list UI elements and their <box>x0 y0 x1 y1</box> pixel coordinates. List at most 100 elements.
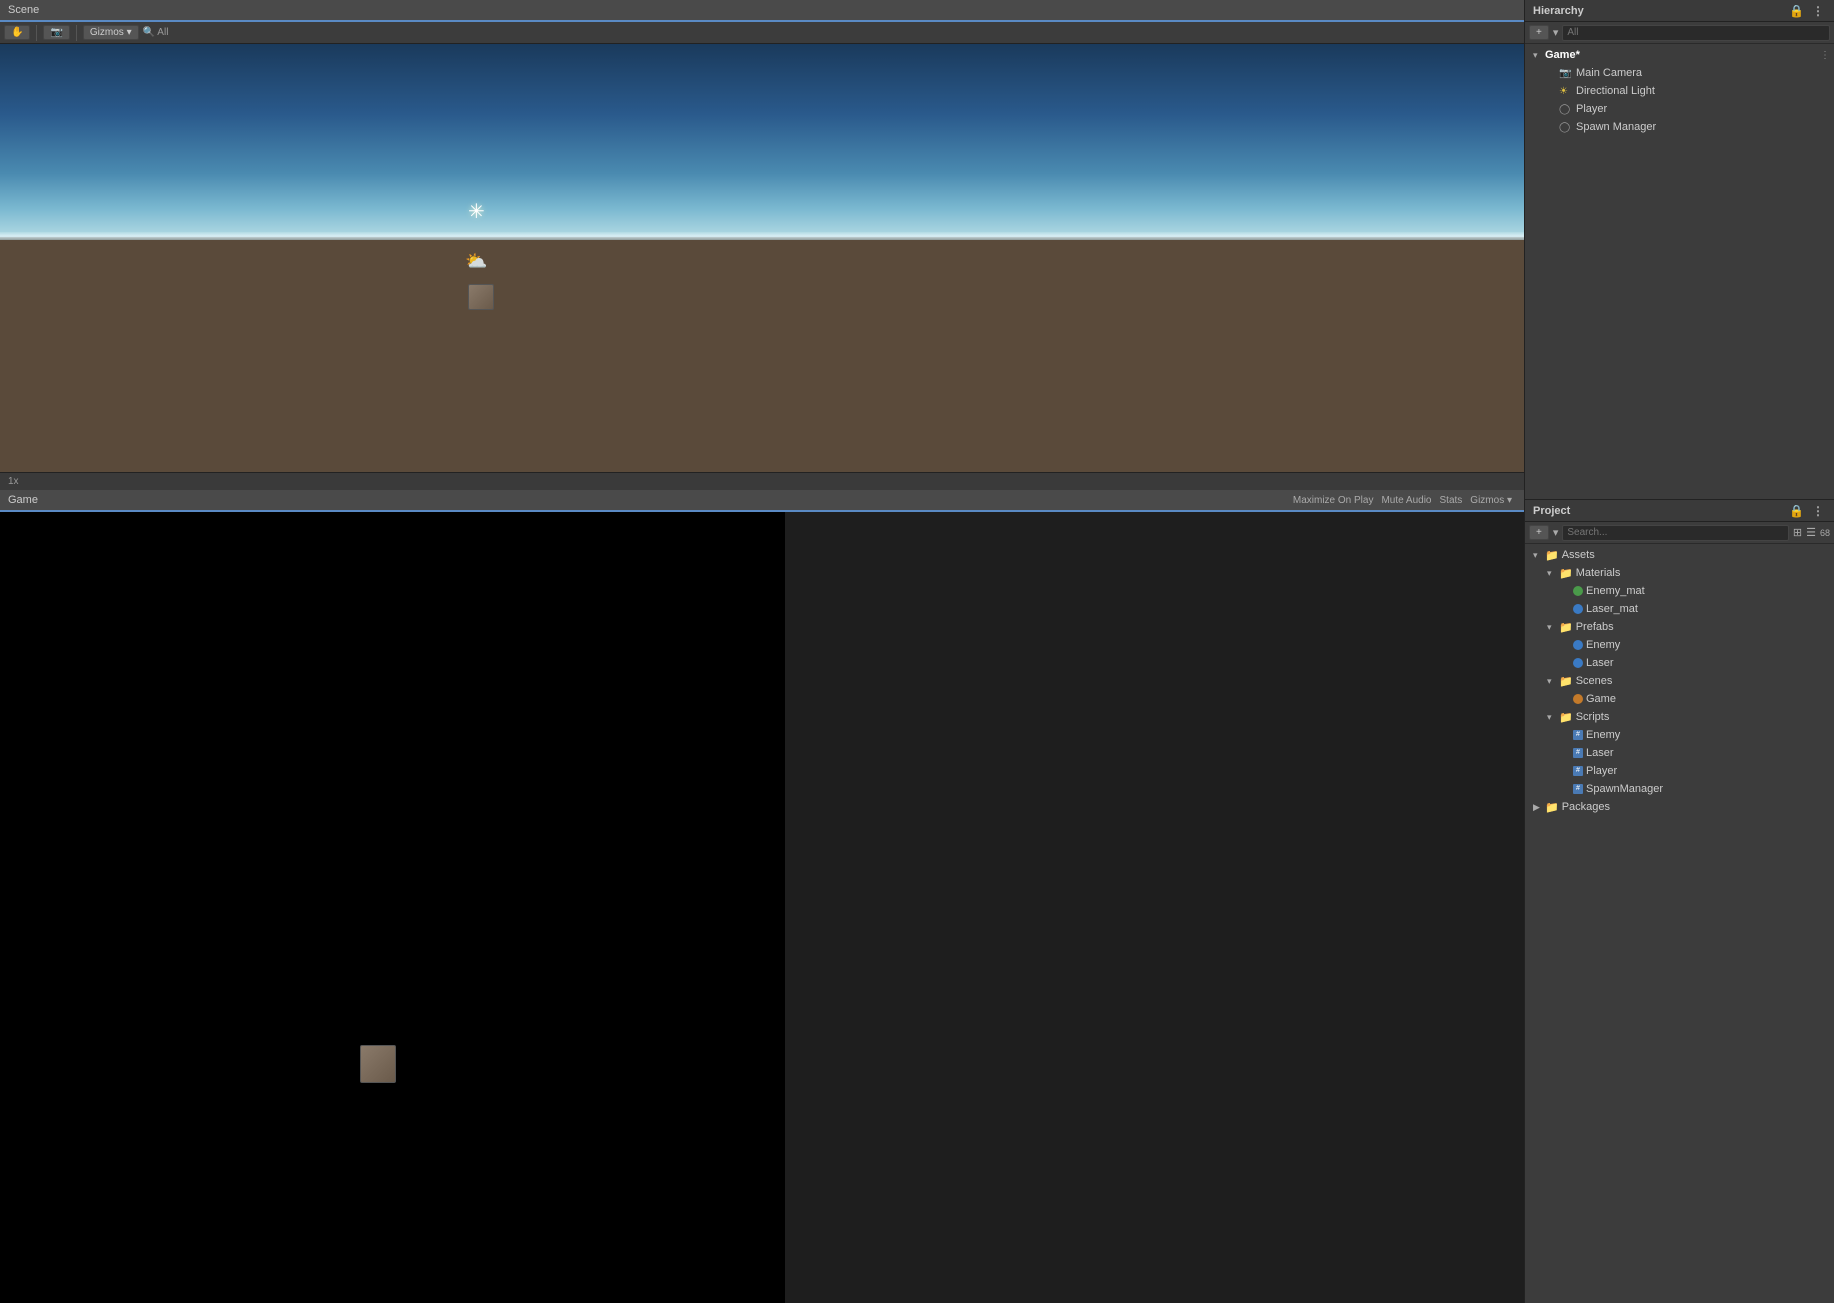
tree-label: Assets <box>1562 549 1595 561</box>
folder-icon: 📁 <box>1559 567 1573 580</box>
tree-arrow: ▾ <box>1533 50 1545 61</box>
tree-label: Player <box>1586 765 1617 777</box>
script-icon: # <box>1573 748 1583 758</box>
maximize-on-play-btn[interactable]: Maximize On Play <box>1293 495 1374 506</box>
project-tree-item[interactable]: Laser <box>1525 654 1834 672</box>
scene-bottom-bar: 1x <box>0 472 1524 490</box>
game-gizmos-btn[interactable]: Gizmos ▾ <box>1470 495 1512 506</box>
project-content: ▾📁Assets▾📁MaterialsEnemy_matLaser_mat▾📁P… <box>1525 544 1834 1303</box>
folder-icon: 📁 <box>1559 711 1573 724</box>
hierarchy-toolbar: + ▾ <box>1525 22 1834 44</box>
tree-label: Laser <box>1586 747 1614 759</box>
zoom-label: 1x <box>8 476 19 487</box>
project-panel: Project 🔒 ⋮ + ▾ ⊞ ☰ 68 ▾📁Assets▾📁Materia… <box>1525 500 1834 1303</box>
scene-view: Scene ✋ 📷 Gizmos ▾ 🔍 All ✳ ⛅ 1x <box>0 0 1524 490</box>
scene-canvas: ✳ ⛅ <box>0 44 1524 472</box>
project-tree-item[interactable]: ▾📁Scenes <box>1525 672 1834 690</box>
tree-label: Directional Light <box>1576 85 1655 97</box>
hierarchy-arrow-btn[interactable]: ▾ <box>1553 26 1559 39</box>
hand-tool-btn[interactable]: ✋ <box>4 25 30 40</box>
separator2 <box>76 25 77 41</box>
project-tree-item[interactable]: #Player <box>1525 762 1834 780</box>
tree-label: Scripts <box>1576 711 1610 723</box>
tree-label: Materials <box>1576 567 1621 579</box>
tree-label: Game* <box>1545 49 1580 61</box>
tree-arrow: ▾ <box>1547 568 1559 579</box>
project-lock-icon[interactable]: 🔒 <box>1787 504 1806 518</box>
hierarchy-more-icon[interactable]: ⋮ <box>1810 4 1826 18</box>
context-menu-btn[interactable]: ⋮ <box>1820 50 1830 61</box>
ground-background <box>0 237 1524 472</box>
object-icon: ◯ <box>1559 104 1573 115</box>
project-header: Project 🔒 ⋮ <box>1525 500 1834 522</box>
material-icon <box>1573 604 1583 614</box>
hierarchy-tree-item[interactable]: ▾Game* ⋮ <box>1525 46 1834 64</box>
camera-icon: 📷 <box>1559 68 1573 79</box>
game-main <box>0 512 785 1303</box>
camera-icon-btn[interactable]: 📷 <box>43 25 69 40</box>
tree-arrow: ▾ <box>1547 622 1559 633</box>
game-tab[interactable]: Game Maximize On Play Mute Audio Stats G… <box>0 490 1524 512</box>
hierarchy-add-btn[interactable]: + <box>1529 25 1549 40</box>
tree-arrow: ▾ <box>1547 676 1559 687</box>
folder-icon: 📁 <box>1559 675 1573 688</box>
project-layout-btn[interactable]: ⊞ <box>1793 526 1802 539</box>
hierarchy-tree-item[interactable]: ◯Spawn Manager <box>1525 118 1834 136</box>
project-tree-item[interactable]: ▾📁Scripts <box>1525 708 1834 726</box>
game-view: Game Maximize On Play Mute Audio Stats G… <box>0 490 1524 1303</box>
sun-icon: ✳ <box>468 199 490 221</box>
tree-label: Enemy <box>1586 729 1620 741</box>
tree-label: Packages <box>1562 801 1610 813</box>
project-tree-item[interactable]: Enemy <box>1525 636 1834 654</box>
script-icon: # <box>1573 730 1583 740</box>
folder-icon: 📁 <box>1559 621 1573 634</box>
project-tree-item[interactable]: ▶📁Packages <box>1525 798 1834 816</box>
mute-audio-btn[interactable]: Mute Audio <box>1381 495 1431 506</box>
project-tree-item[interactable]: ▾📁Prefabs <box>1525 618 1834 636</box>
right-panel: Hierarchy 🔒 ⋮ + ▾ ▾Game*⋮📷Main Camera☀Di… <box>1524 0 1834 1303</box>
project-add-btn[interactable]: + <box>1529 525 1549 540</box>
project-columns-btn[interactable]: ☰ <box>1806 526 1816 539</box>
hierarchy-content: ▾Game*⋮📷Main Camera☀Directional Light◯Pl… <box>1525 44 1834 499</box>
project-tree-item[interactable]: ▾📁Assets <box>1525 546 1834 564</box>
game-side <box>785 512 1524 1303</box>
hierarchy-lock-icon[interactable]: 🔒 <box>1787 4 1806 18</box>
game-tab-label: Game <box>8 494 38 506</box>
script-icon: # <box>1573 784 1583 794</box>
tree-label: Enemy <box>1586 639 1620 651</box>
scene-toolbar: ✋ 📷 Gizmos ▾ 🔍 All <box>0 22 1524 44</box>
project-tree-item[interactable]: Game <box>1525 690 1834 708</box>
tree-label: Player <box>1576 103 1607 115</box>
script-icon: # <box>1573 766 1583 776</box>
project-tree-item[interactable]: #SpawnManager <box>1525 780 1834 798</box>
project-tree-item[interactable]: ▾📁Materials <box>1525 564 1834 582</box>
hierarchy-panel: Hierarchy 🔒 ⋮ + ▾ ▾Game*⋮📷Main Camera☀Di… <box>1525 0 1834 500</box>
project-more-icon[interactable]: ⋮ <box>1810 504 1826 518</box>
hierarchy-title: Hierarchy <box>1533 5 1787 17</box>
project-tree-item[interactable]: #Laser <box>1525 744 1834 762</box>
hierarchy-tree-item[interactable]: ◯Player <box>1525 100 1834 118</box>
scene-icon <box>1573 694 1583 704</box>
scene-tab[interactable]: Scene <box>0 0 1524 22</box>
project-tree-item[interactable]: Enemy_mat <box>1525 582 1834 600</box>
project-tree-item[interactable]: #Enemy <box>1525 726 1834 744</box>
cloud-icon: ⛅ <box>465 251 487 272</box>
tree-arrow: ▶ <box>1533 802 1545 813</box>
tree-label: Spawn Manager <box>1576 121 1656 133</box>
material-icon <box>1573 586 1583 596</box>
game-canvas <box>0 512 1524 1303</box>
object-icon: ◯ <box>1559 122 1573 133</box>
project-title: Project <box>1533 505 1787 517</box>
hierarchy-tree-item[interactable]: ☀Directional Light <box>1525 82 1834 100</box>
project-tree-item[interactable]: Laser_mat <box>1525 600 1834 618</box>
hierarchy-tree-item[interactable]: 📷Main Camera <box>1525 64 1834 82</box>
stats-btn[interactable]: Stats <box>1440 495 1463 506</box>
hierarchy-header: Hierarchy 🔒 ⋮ <box>1525 0 1834 22</box>
hierarchy-search[interactable] <box>1562 25 1830 41</box>
separator <box>36 25 37 41</box>
project-arrow-btn[interactable]: ▾ <box>1553 526 1559 539</box>
project-size-btn[interactable]: 68 <box>1820 528 1830 538</box>
project-search[interactable] <box>1562 525 1789 541</box>
tree-label: Prefabs <box>1576 621 1614 633</box>
gizmos-btn[interactable]: Gizmos ▾ <box>83 25 139 40</box>
